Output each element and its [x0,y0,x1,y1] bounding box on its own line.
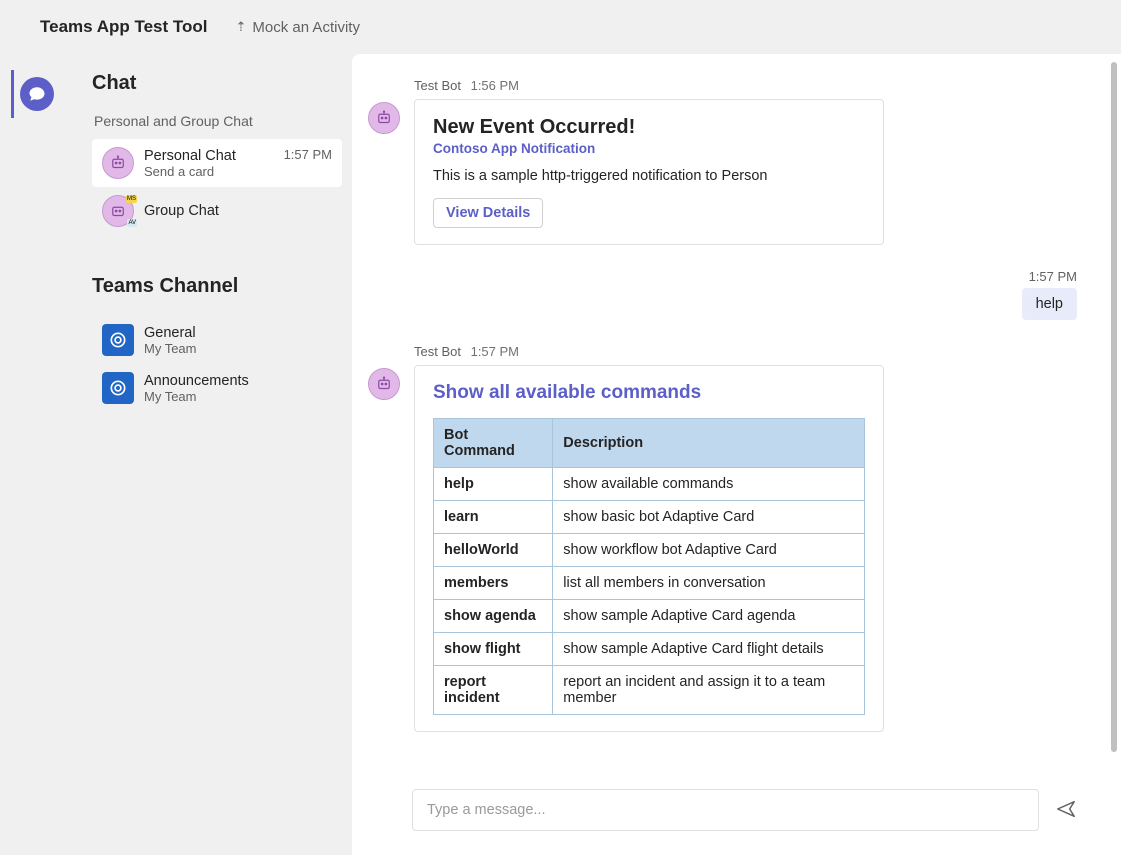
cmd-cell: report incident [434,666,553,715]
nav-rail [0,54,70,855]
bot-avatar-icon [368,368,400,400]
view-details-button[interactable]: View Details [433,198,543,228]
sidebar: Chat Personal and Group Chat Personal Ch… [70,54,352,855]
table-header-desc: Description [553,419,865,468]
bot-message: Test Bot 1:56 PM New Event Occurred! Con… [368,78,1081,245]
cmd-cell: help [434,468,553,501]
channel-title: Announcements [144,373,249,389]
bot-avatar-icon [102,147,134,179]
table-row: show agendashow sample Adaptive Card age… [434,600,865,633]
message-meta: Test Bot 1:57 PM [414,344,884,359]
upload-icon: ⇡ [236,19,247,35]
message-content: Test Bot 1:57 PM Show all available comm… [414,344,884,732]
app-body: Chat Personal and Group Chat Personal Ch… [0,54,1121,855]
channel-item-text: General My Team [144,325,197,356]
app-root: Teams App Test Tool ⇡ Mock an Activity C… [0,0,1121,855]
channel-subtitle: My Team [144,341,197,356]
card-title: New Event Occurred! [433,116,865,139]
chat-icon [20,77,54,111]
table-row: helpshow available commands [434,468,865,501]
desc-cell: show workflow bot Adaptive Card [553,534,865,567]
message-sender: Test Bot [414,344,461,359]
chat-item-subtitle: Send a card [144,164,236,179]
adaptive-card: New Event Occurred! Contoso App Notifica… [414,99,884,245]
chat-section-header: Chat [92,72,342,95]
channel-item-text: Announcements My Team [144,373,249,404]
group-avatar-icon: MSAV [102,195,134,227]
sidebar-item-channel-general[interactable]: General My Team [92,316,342,364]
card-body: This is a sample http-triggered notifica… [433,168,865,184]
rail-chat[interactable] [11,70,59,118]
cmd-cell: show flight [434,633,553,666]
chat-item-title: Group Chat [144,203,219,219]
chat-item-text: Group Chat [144,203,219,219]
desc-cell: list all members in conversation [553,567,865,600]
commands-table: Bot Command Description helpshow availab… [433,418,865,715]
adaptive-card: Show all available commands Bot Command … [414,365,884,732]
user-message: 1:57 PM help [368,269,1081,320]
card-subtitle: Contoso App Notification [433,141,865,156]
cmd-cell: learn [434,501,553,534]
mock-activity-label: Mock an Activity [252,19,360,36]
channels-section: Teams Channel General My Team An [92,275,342,412]
scrollbar[interactable] [1111,62,1117,752]
table-row: memberslist all members in conversation [434,567,865,600]
chat-item-time: 1:57 PM [284,147,332,162]
bot-avatar-icon [368,102,400,134]
topbar: Teams App Test Tool ⇡ Mock an Activity [0,0,1121,54]
message-time: 1:57 PM [1029,269,1077,284]
sidebar-item-personal-chat[interactable]: Personal Chat Send a card 1:57 PM [92,139,342,187]
desc-cell: show sample Adaptive Card agenda [553,600,865,633]
cmd-cell: members [434,567,553,600]
message-content: Test Bot 1:56 PM New Event Occurred! Con… [414,78,884,245]
table-row: show flightshow sample Adaptive Card fli… [434,633,865,666]
send-button[interactable] [1051,794,1081,827]
bot-message: Test Bot 1:57 PM Show all available comm… [368,344,1081,732]
message-input[interactable] [412,789,1039,831]
message-time: 1:57 PM [471,344,519,359]
chat-subheader: Personal and Group Chat [92,113,342,129]
composer [352,775,1121,855]
card-heading: Show all available commands [433,382,865,404]
table-header-cmd: Bot Command [434,419,553,468]
team-avatar-icon [102,324,134,356]
user-bubble: help [1022,288,1077,320]
team-avatar-icon [102,372,134,404]
message-sender: Test Bot [414,78,461,93]
conversation-pane: Test Bot 1:56 PM New Event Occurred! Con… [352,54,1121,855]
message-meta: Test Bot 1:56 PM [414,78,884,93]
channel-section-header: Teams Channel [92,275,342,298]
desc-cell: report an incident and assign it to a te… [553,666,865,715]
send-icon [1055,798,1077,820]
desc-cell: show basic bot Adaptive Card [553,501,865,534]
table-row: learnshow basic bot Adaptive Card [434,501,865,534]
message-list: Test Bot 1:56 PM New Event Occurred! Con… [352,54,1121,775]
table-row: helloWorldshow workflow bot Adaptive Car… [434,534,865,567]
channel-title: General [144,325,197,341]
chat-item-text: Personal Chat Send a card [144,148,236,179]
sidebar-item-channel-announcements[interactable]: Announcements My Team [92,364,342,412]
message-time: 1:56 PM [471,78,519,93]
table-header-row: Bot Command Description [434,419,865,468]
channel-subtitle: My Team [144,389,249,404]
table-row: report incidentreport an incident and as… [434,666,865,715]
app-title: Teams App Test Tool [40,17,208,37]
cmd-cell: helloWorld [434,534,553,567]
mock-activity-link[interactable]: ⇡ Mock an Activity [236,19,360,36]
desc-cell: show sample Adaptive Card flight details [553,633,865,666]
desc-cell: show available commands [553,468,865,501]
chat-item-title: Personal Chat [144,148,236,164]
sidebar-item-group-chat[interactable]: MSAV Group Chat [92,187,342,235]
cmd-cell: show agenda [434,600,553,633]
